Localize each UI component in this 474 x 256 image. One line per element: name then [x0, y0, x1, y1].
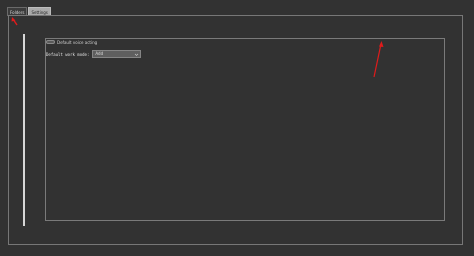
settings-panel [45, 38, 445, 221]
default-work-mode-label: Default work mode: [46, 51, 90, 57]
default-voice-acting-checkbox[interactable] [46, 40, 55, 44]
vertical-scrollbar[interactable] [23, 34, 25, 226]
work-mode-select-value: Add [95, 51, 104, 56]
chevron-down-icon [135, 53, 139, 56]
default-work-mode-row: Default work mode: Add [46, 50, 142, 58]
default-voice-acting-row: Default voice acting [46, 39, 97, 45]
default-voice-acting-label: Default voice acting [57, 39, 98, 45]
work-mode-select[interactable]: Add [92, 50, 142, 58]
